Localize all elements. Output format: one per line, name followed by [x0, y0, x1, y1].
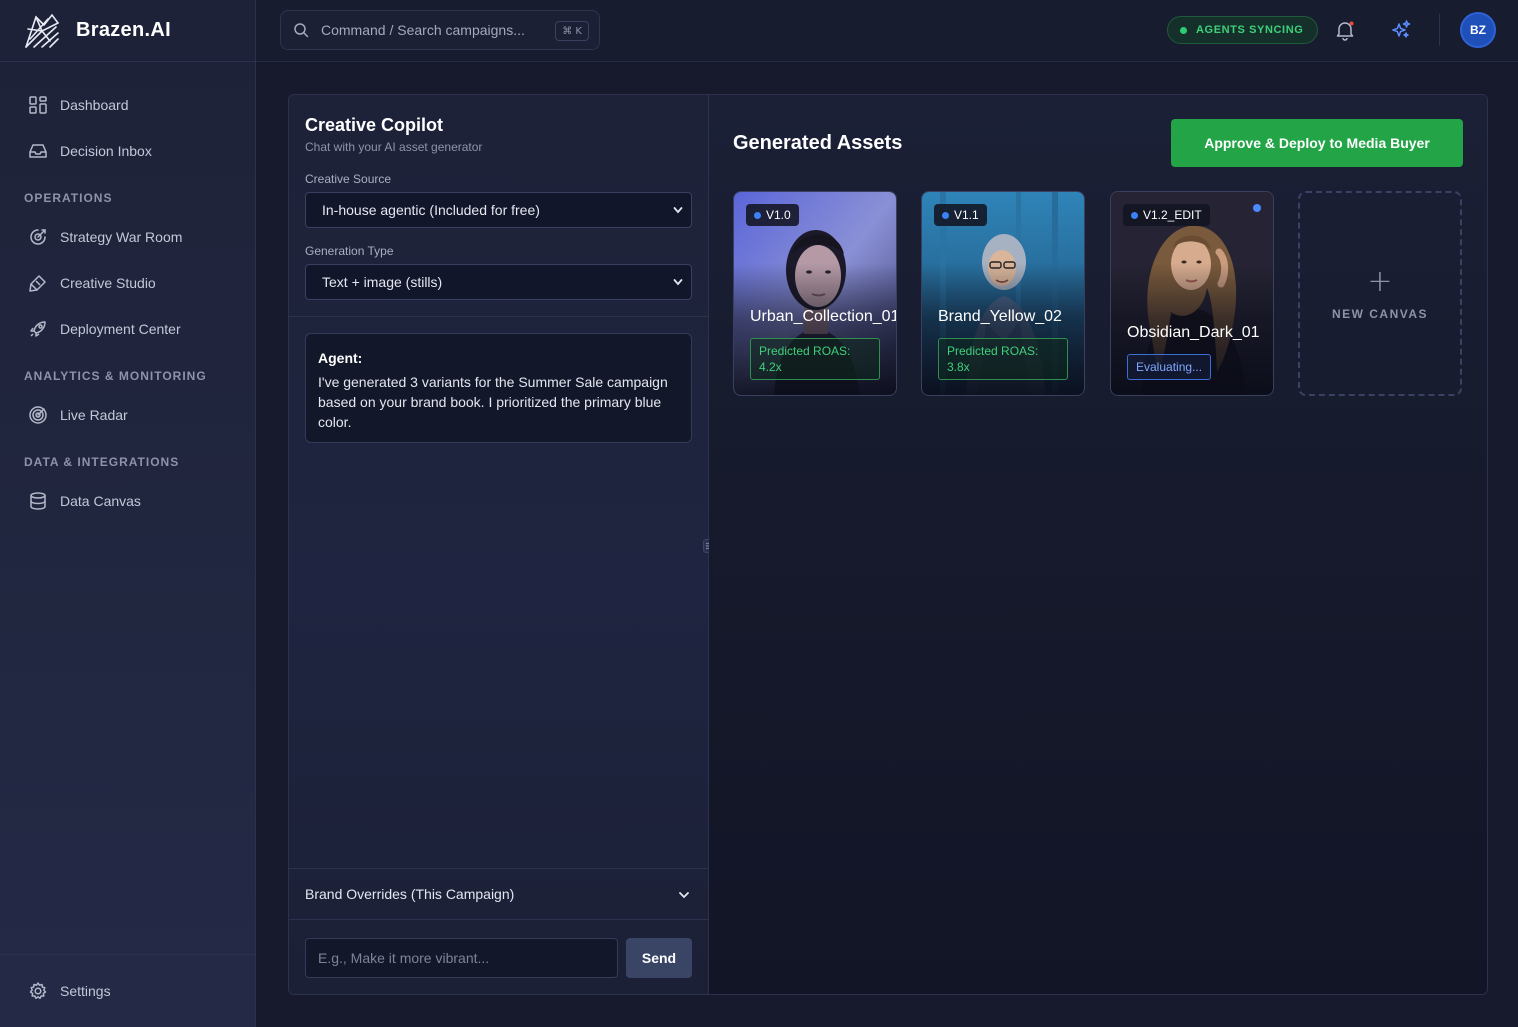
sidebar-item-label: Strategy War Room — [60, 229, 183, 245]
generation-type-label: Generation Type — [305, 244, 394, 258]
status-dot — [1180, 26, 1187, 34]
brush-icon — [29, 275, 46, 292]
creative-copilot-panel: Creative Copilot Chat with your AI asset… — [289, 95, 709, 994]
sidebar-item-data-canvas[interactable]: Data Canvas — [0, 478, 255, 524]
evaluating-status-badge: Evaluating... — [1127, 354, 1212, 380]
asset-card-brand-yellow[interactable]: V1.1 Brand_Yellow_02 Predicted ROAS: 3.8… — [921, 191, 1085, 396]
brand-header[interactable]: Brazen.AI — [0, 0, 255, 62]
creative-workspace: Creative Copilot Chat with your AI asset… — [288, 94, 1488, 995]
search-icon — [294, 23, 309, 38]
nav-section-title: OPERATIONS — [24, 191, 113, 205]
plus-icon: + — [1367, 263, 1393, 299]
search-input[interactable] — [321, 22, 541, 38]
version-badge: V1.0 — [746, 204, 799, 226]
avatar[interactable]: BZ — [1460, 12, 1496, 48]
version-label: V1.1 — [954, 208, 979, 222]
roas-value: 4.2x — [759, 360, 782, 374]
status-badge-label: AGENTS SYNCING — [1196, 24, 1304, 36]
version-badge: V1.1 — [934, 204, 987, 226]
sidebar-item-dashboard[interactable]: Dashboard — [0, 82, 255, 128]
asset-card-urban-collection[interactable]: V1.0 Urban_Collection_01 Predicted ROAS:… — [733, 191, 897, 396]
message-author: Agent: — [318, 350, 363, 366]
unread-dot — [1253, 204, 1261, 212]
sparkles-icon[interactable] — [1390, 19, 1412, 41]
panel-title: Creative Copilot — [305, 115, 444, 135]
creative-source-select[interactable]: In-house agentic (Included for free) — [305, 192, 692, 228]
sidebar-item-deployment-center[interactable]: Deployment Center — [0, 306, 255, 352]
new-canvas-button[interactable]: + NEW CANVAS — [1298, 191, 1462, 396]
sidebar: Brazen.AI Dashboard Decision Inbox OPERA… — [0, 0, 256, 1027]
accordion-label: Brand Overrides (This Campaign) — [305, 886, 515, 902]
brand-overrides-accordion[interactable]: Brand Overrides (This Campaign) — [289, 868, 708, 920]
topbar: ⌘ K AGENTS SYNCING BZ — [256, 0, 1518, 62]
version-badge: V1.2_EDIT — [1123, 204, 1210, 226]
rocket-icon — [30, 321, 46, 337]
chevron-down-icon — [679, 892, 689, 899]
roas-label: Predicted ROAS: — [759, 344, 851, 358]
chat-prompt-input[interactable] — [305, 938, 618, 978]
sidebar-item-decision-inbox[interactable]: Decision Inbox — [0, 128, 255, 174]
select-value: Text + image (stills) — [322, 274, 443, 290]
version-dot — [942, 211, 949, 219]
nav-section-title: DATA & INTEGRATIONS — [24, 455, 180, 469]
brand-logo-icon — [25, 13, 59, 48]
asset-name: Obsidian_Dark_01 — [1127, 324, 1260, 341]
sidebar-item-label: Live Radar — [60, 407, 128, 423]
search-box[interactable]: ⌘ K — [280, 10, 600, 50]
database-icon — [30, 492, 46, 510]
version-dot — [754, 211, 761, 219]
panel-divider — [289, 316, 708, 317]
brand-name: Brazen.AI — [76, 19, 171, 41]
dashboard-icon — [29, 96, 47, 114]
roas-label: Predicted ROAS: — [947, 344, 1039, 358]
shortcut-hint: ⌘ K — [555, 21, 589, 41]
asset-name: Urban_Collection_01 — [750, 308, 897, 325]
sidebar-item-label: Settings — [60, 983, 111, 999]
inbox-icon — [29, 144, 47, 158]
agent-message: Agent: I've generated 3 variants for the… — [305, 333, 692, 443]
sidebar-footer: Settings — [0, 954, 255, 1027]
topbar-divider — [1439, 14, 1440, 46]
sidebar-item-creative-studio[interactable]: Creative Studio — [0, 260, 255, 306]
select-value: In-house agentic (Included for free) — [322, 202, 540, 218]
sidebar-item-label: Decision Inbox — [60, 143, 152, 159]
message-text: I've generated 3 variants for the Summer… — [318, 374, 668, 430]
strategy-icon — [30, 229, 46, 245]
send-button[interactable]: Send — [626, 938, 692, 978]
sidebar-item-label: Data Canvas — [60, 493, 141, 509]
version-label: V1.0 — [766, 208, 791, 222]
predicted-roas-badge: Predicted ROAS: 4.2x — [750, 338, 880, 380]
gear-icon — [29, 982, 47, 1000]
sidebar-item-live-radar[interactable]: Live Radar — [0, 392, 255, 438]
generation-type-select[interactable]: Text + image (stills) — [305, 264, 692, 300]
agents-syncing-badge: AGENTS SYNCING — [1167, 16, 1319, 44]
generated-assets-panel: Generated Assets Approve & Deploy to Med… — [709, 95, 1487, 994]
nav-section-title: ANALYTICS & MONITORING — [24, 369, 207, 383]
panel-subtitle: Chat with your AI asset generator — [305, 140, 483, 154]
roas-value: 3.8x — [947, 360, 970, 374]
radar-icon — [29, 406, 47, 424]
sidebar-item-settings[interactable]: Settings — [0, 968, 111, 1014]
predicted-roas-badge: Predicted ROAS: 3.8x — [938, 338, 1068, 380]
creative-source-label: Creative Source — [305, 172, 392, 186]
sidebar-nav: Dashboard Decision Inbox OPERATIONS Stra… — [0, 62, 255, 524]
new-canvas-label: NEW CANVAS — [1331, 306, 1429, 321]
version-dot — [1131, 211, 1138, 219]
approve-deploy-button[interactable]: Approve & Deploy to Media Buyer — [1171, 119, 1463, 167]
sidebar-item-label: Dashboard — [60, 97, 129, 113]
asset-card-obsidian-dark[interactable]: V1.2_EDIT Obsidian_Dark_01 Evaluating... — [1110, 191, 1274, 396]
bell-icon[interactable] — [1334, 19, 1356, 41]
sidebar-item-label: Creative Studio — [60, 275, 156, 291]
chevron-down-icon — [673, 279, 683, 286]
panel-title: Generated Assets — [733, 132, 903, 154]
version-label: V1.2_EDIT — [1143, 208, 1202, 222]
sidebar-item-label: Deployment Center — [60, 321, 181, 337]
chevron-down-icon — [673, 207, 683, 214]
app-root: Brazen.AI Dashboard Decision Inbox OPERA… — [0, 0, 1518, 1027]
sidebar-item-strategy-war-room[interactable]: Strategy War Room — [0, 214, 255, 260]
asset-name: Brand_Yellow_02 — [938, 308, 1062, 325]
